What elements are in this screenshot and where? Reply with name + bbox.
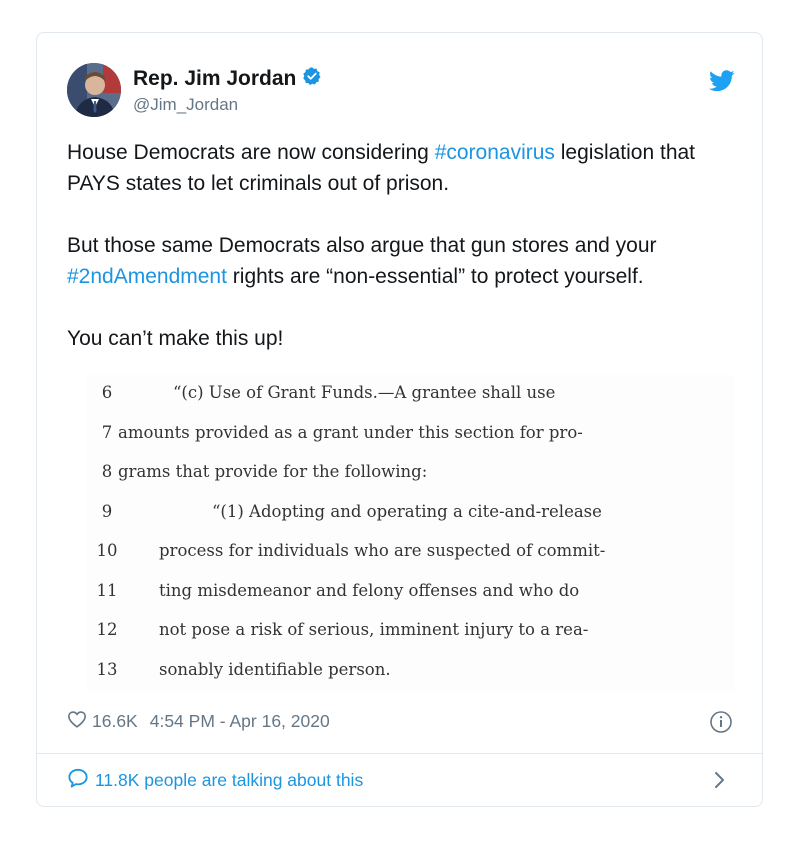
avatar[interactable] <box>67 63 121 117</box>
like-count[interactable]: 16.6K <box>92 711 138 732</box>
tweet-text-segment: House Democrats are now considering <box>67 141 435 164</box>
tweet-card: Rep. Jim Jordan @Jim_Jordan House Democr… <box>36 32 763 807</box>
line-text: sonably identifiable person. <box>159 660 391 679</box>
author-name[interactable]: Rep. Jim Jordan <box>133 67 296 91</box>
line-text: not pose a risk of serious, imminent inj… <box>159 620 589 639</box>
tweet-text-segment: But those same Democrats also argue that… <box>67 234 657 257</box>
document-line: 9 “(1) Adopting and operating a cite-and… <box>87 502 735 534</box>
line-number: 6 <box>101 383 113 402</box>
tweet-paragraph-3: You can’t make this up! <box>67 327 284 350</box>
document-line: 10 process for individuals who are suspe… <box>87 541 735 573</box>
heart-icon[interactable] <box>67 710 92 733</box>
author-handle[interactable]: @Jim_Jordan <box>133 95 238 115</box>
verified-badge-icon <box>302 66 322 91</box>
tweet-paragraph-1: House Democrats are now considering #cor… <box>67 137 747 199</box>
tweet-text-segment: rights are “non-essential” to protect yo… <box>226 265 644 288</box>
speech-bubble-icon <box>67 768 95 793</box>
document-line: 11 ting misdemeanor and felony offenses … <box>87 581 735 613</box>
line-text: ting misdemeanor and felony offenses and… <box>159 581 580 600</box>
document-line: 6 “(c) Use of Grant Funds.—A grantee sha… <box>87 383 735 415</box>
document-line: 7 amounts provided as a grant under this… <box>87 423 735 455</box>
tweet-paragraph-2: But those same Democrats also argue that… <box>67 230 747 292</box>
conversation-link[interactable]: 11.8K people are talking about this <box>67 768 363 793</box>
line-text: amounts provided as a grant under this s… <box>118 423 583 442</box>
tweet-text: House Democrats are now considering #cor… <box>67 137 747 354</box>
line-text: “(c) Use of Grant Funds.—A grantee shall… <box>173 383 556 402</box>
line-number: 10 <box>96 541 118 560</box>
hashtag-coronavirus-link[interactable]: #coronavirus <box>435 141 555 164</box>
line-text: grams that provide for the following: <box>118 462 428 481</box>
line-text: process for individuals who are suspecte… <box>159 541 606 560</box>
document-line: 12 not pose a risk of serious, imminent … <box>87 620 735 652</box>
attached-document-image[interactable]: 6 “(c) Use of Grant Funds.—A grantee sha… <box>87 375 735 693</box>
line-number: 9 <box>101 502 113 521</box>
line-number: 12 <box>96 620 118 639</box>
author-row: Rep. Jim Jordan <box>133 66 322 91</box>
line-number: 13 <box>96 660 118 679</box>
tweet-timestamp[interactable]: 4:54 PM - Apr 16, 2020 <box>150 711 330 732</box>
document-line: 8 grams that provide for the following: <box>87 462 735 494</box>
document-line: 13 sonably identifiable person. <box>87 660 735 692</box>
hashtag-2ndamendment-link[interactable]: #2ndAmendment <box>67 265 227 288</box>
divider <box>37 753 762 754</box>
line-text: “(1) Adopting and operating a cite-and-r… <box>212 502 602 521</box>
line-number: 11 <box>96 581 118 600</box>
tweet-meta-row: 16.6K 4:54 PM - Apr 16, 2020 <box>67 710 330 733</box>
conversation-label: 11.8K people are talking about this <box>95 770 364 790</box>
